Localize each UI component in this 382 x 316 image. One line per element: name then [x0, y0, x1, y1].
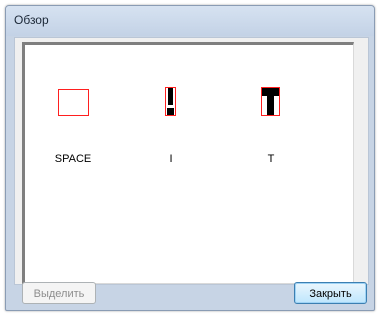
glyph-i-box[interactable]	[165, 87, 176, 116]
glyph-label-t: T	[267, 153, 275, 165]
title-bar[interactable]: Обзор	[6, 6, 374, 36]
glyph-t-box[interactable]	[261, 87, 280, 116]
select-button[interactable]: Выделить	[22, 282, 96, 304]
glyph-t-shape-stem	[267, 96, 274, 115]
glyph-preview-area[interactable]: SPACE I T	[22, 42, 354, 284]
close-button[interactable]: Закрыть	[294, 282, 367, 304]
dialog-body: SPACE I T	[14, 37, 369, 285]
glyph-label-space: SPACE	[54, 153, 92, 165]
glyph-i-shape	[168, 88, 173, 105]
preview-dialog: Обзор SPACE I T	[5, 5, 375, 311]
glyph-space-box[interactable]	[58, 89, 89, 116]
glyph-i-shape-lower	[167, 108, 174, 115]
dialog-title: Обзор	[14, 13, 49, 27]
glyph-t-shape-top	[262, 88, 279, 96]
glyph-label-i: I	[169, 153, 173, 165]
